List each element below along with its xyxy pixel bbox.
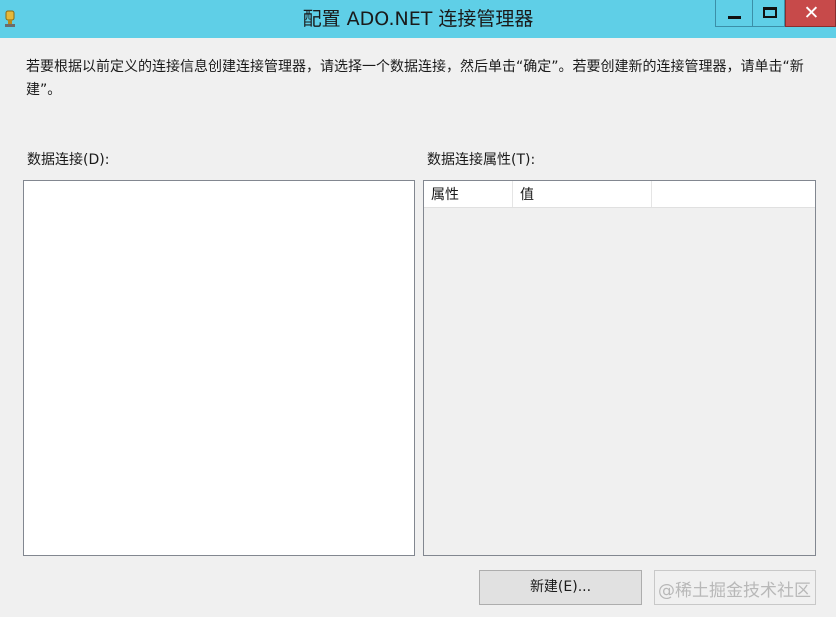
data-connections-label: 数据连接(D): bbox=[27, 152, 110, 168]
close-icon: ✕ bbox=[803, 2, 820, 24]
window-title: 配置 ADO.NET 连接管理器 bbox=[302, 8, 534, 30]
connection-properties-grid[interactable]: 属性 值 bbox=[423, 180, 816, 556]
new-button[interactable]: 新建(E)... bbox=[479, 570, 642, 605]
maximize-button[interactable] bbox=[752, 0, 785, 27]
column-header-value[interactable]: 值 bbox=[513, 181, 652, 207]
properties-grid-header: 属性 值 bbox=[424, 181, 815, 208]
maximize-icon bbox=[763, 7, 777, 18]
minimize-icon bbox=[728, 16, 741, 19]
close-button[interactable]: ✕ bbox=[785, 0, 836, 27]
title-bar[interactable]: 配置 ADO.NET 连接管理器 ✕ bbox=[0, 0, 836, 38]
connection-properties-label: 数据连接属性(T): bbox=[427, 152, 536, 168]
instructions-text: 若要根据以前定义的连接信息创建连接管理器，请选择一个数据连接，然后单击“确定”。… bbox=[26, 59, 804, 98]
watermark: @稀土掘金技术社区 bbox=[658, 581, 811, 601]
minimize-button[interactable] bbox=[715, 0, 752, 27]
column-header-property[interactable]: 属性 bbox=[424, 181, 513, 207]
data-connections-list[interactable] bbox=[23, 180, 415, 556]
configure-ado-net-connection-manager-dialog: 配置 ADO.NET 连接管理器 ✕ 若要根据以前定义的连接信息创建连接管理器，… bbox=[0, 0, 836, 617]
